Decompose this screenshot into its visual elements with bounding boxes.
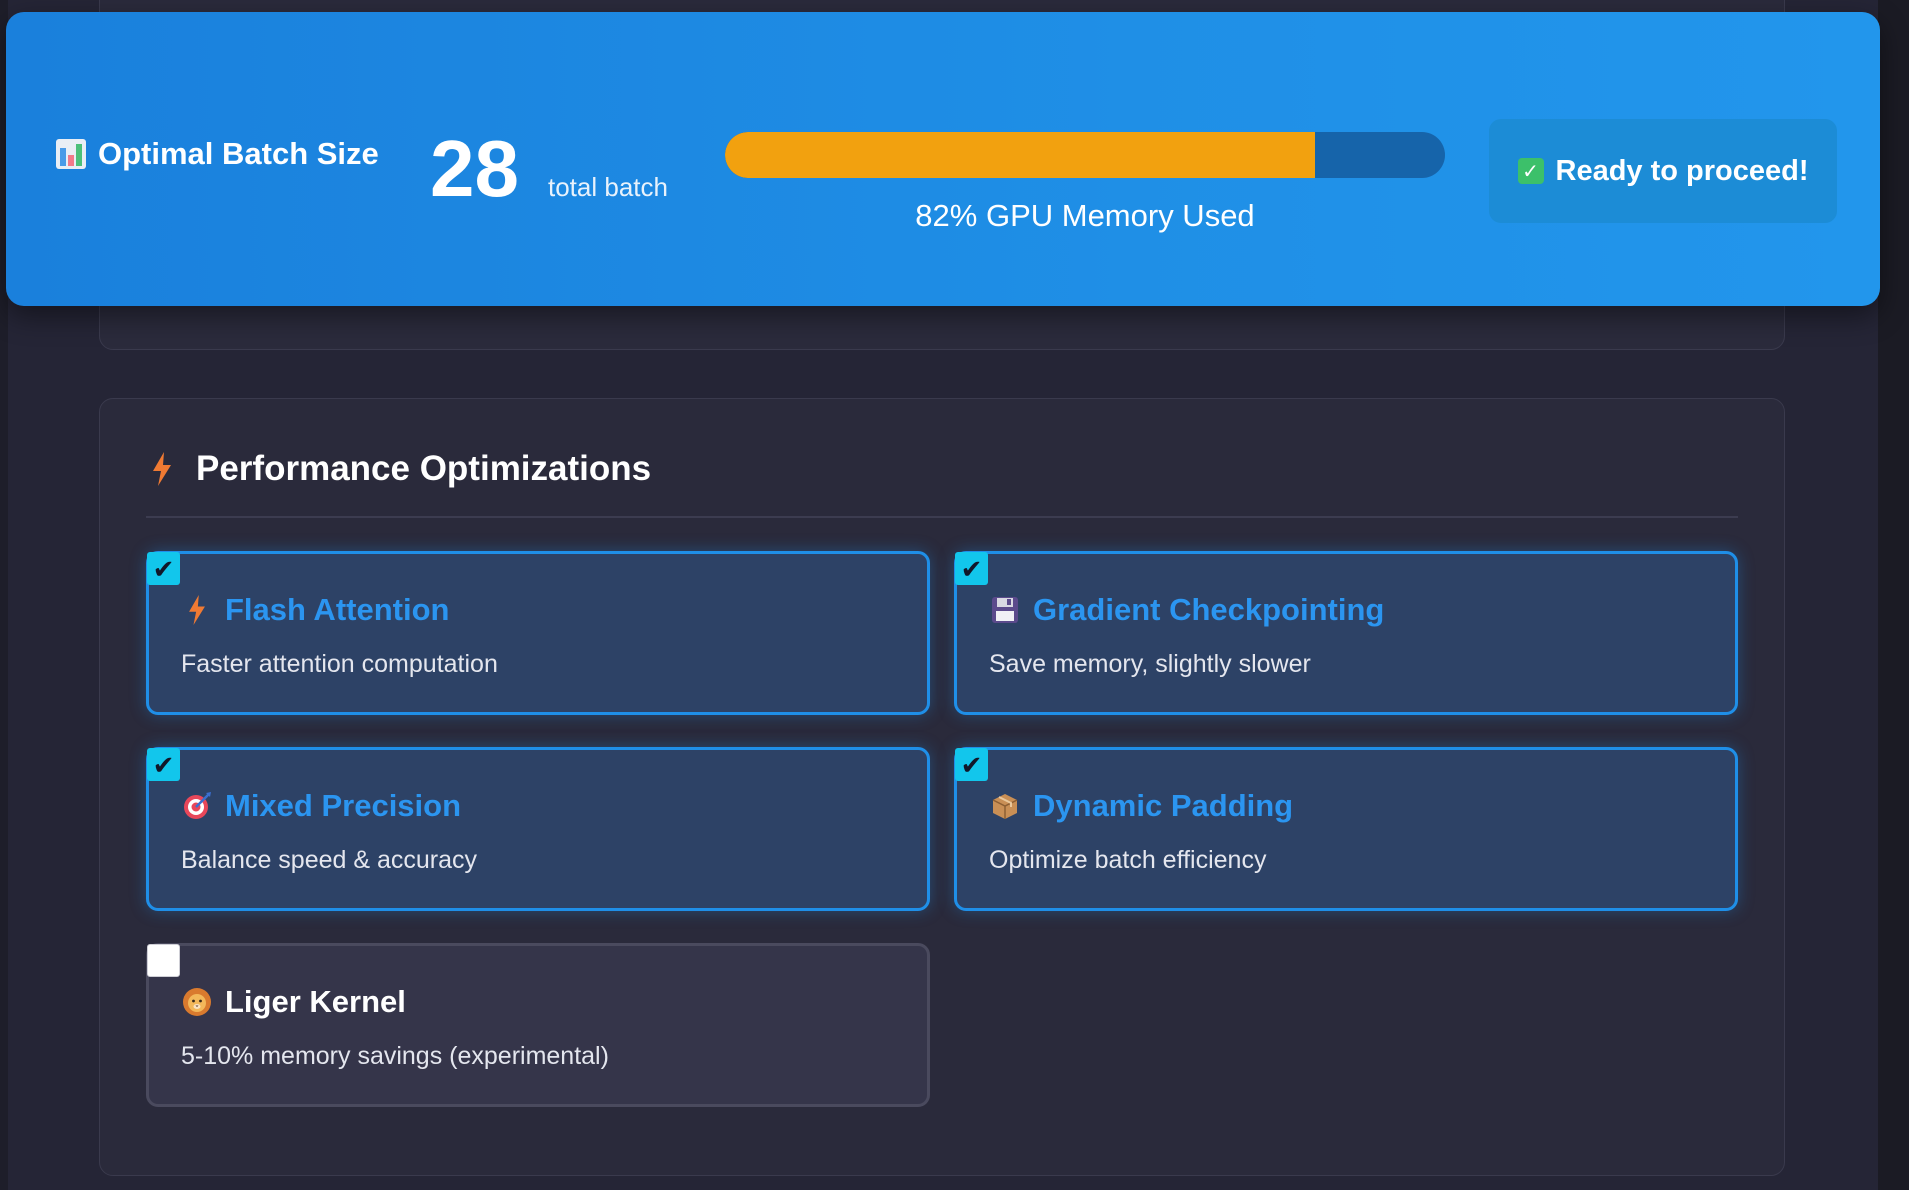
banner-title-text: Optimal Batch Size <box>98 136 379 171</box>
option-checkbox[interactable]: ✔ <box>955 552 988 585</box>
option-title-text: Flash Attention <box>225 592 450 627</box>
option-title-text: Dynamic Padding <box>1033 788 1294 823</box>
batch-size-banner: Optimal Batch Size 28 total batch 82% GP… <box>6 12 1880 306</box>
option-checkbox[interactable]: ✔ <box>955 748 988 781</box>
section-divider <box>146 516 1738 518</box>
section-title: Performance Optimizations <box>196 449 652 488</box>
option-liger-kernel[interactable]: Liger Kernel 5-10% memory savings (exper… <box>146 943 930 1107</box>
option-description: Faster attention computation <box>181 650 498 678</box>
lightning-icon <box>146 452 178 486</box>
option-description: 5-10% memory savings (experimental) <box>181 1042 609 1070</box>
option-title: Mixed Precision <box>181 788 461 824</box>
option-title-text: Gradient Checkpointing <box>1033 592 1385 627</box>
banner-title: Optimal Batch Size <box>56 136 379 172</box>
scrollbar-track[interactable] <box>1878 0 1909 1190</box>
option-checkbox[interactable]: ✔ <box>147 748 180 781</box>
option-title-text: Mixed Precision <box>225 788 462 823</box>
gpu-memory-bar <box>725 132 1445 178</box>
option-description: Optimize batch efficiency <box>989 846 1267 874</box>
lightning-icon <box>181 594 213 626</box>
option-checkbox[interactable] <box>147 944 180 977</box>
package-icon <box>989 790 1021 822</box>
option-mixed-precision[interactable]: ✔ Mixed Precision Balance speed & accura… <box>146 747 930 911</box>
option-title: Dynamic Padding <box>989 788 1293 824</box>
option-description: Save memory, slightly slower <box>989 650 1311 678</box>
section-header: Performance Optimizations <box>146 449 651 489</box>
performance-optimizations-card: Performance Optimizations ✔ Flash Attent… <box>99 398 1785 1176</box>
option-title: Liger Kernel <box>181 984 406 1020</box>
option-checkbox[interactable]: ✔ <box>147 552 180 585</box>
option-description: Balance speed & accuracy <box>181 846 478 874</box>
option-gradient-checkpointing[interactable]: ✔ Gradient Checkpointing Save memory, sl… <box>954 551 1738 715</box>
batch-size-value: 28 <box>430 124 519 213</box>
gpu-memory-label: 82% GPU Memory Used <box>915 198 1255 233</box>
target-icon <box>181 790 213 822</box>
bar-chart-icon <box>56 139 86 169</box>
gpu-memory-bar-fill <box>725 132 1316 178</box>
option-title: Flash Attention <box>181 592 449 628</box>
option-title-text: Liger Kernel <box>225 984 406 1019</box>
ready-to-proceed-label: Ready to proceed! <box>1555 154 1809 187</box>
option-flash-attention[interactable]: ✔ Flash Attention Faster attention compu… <box>146 551 930 715</box>
batch-size-unit: total batch <box>548 172 668 202</box>
ready-to-proceed-button[interactable]: ✓ Ready to proceed! <box>1489 119 1837 223</box>
option-title: Gradient Checkpointing <box>989 592 1384 628</box>
check-mark-button-icon: ✓ <box>1517 158 1544 184</box>
lion-icon <box>181 986 213 1018</box>
option-dynamic-padding[interactable]: ✔ Dynamic Padding Optimize batch efficie… <box>954 747 1738 911</box>
floppy-disk-icon <box>989 594 1021 626</box>
